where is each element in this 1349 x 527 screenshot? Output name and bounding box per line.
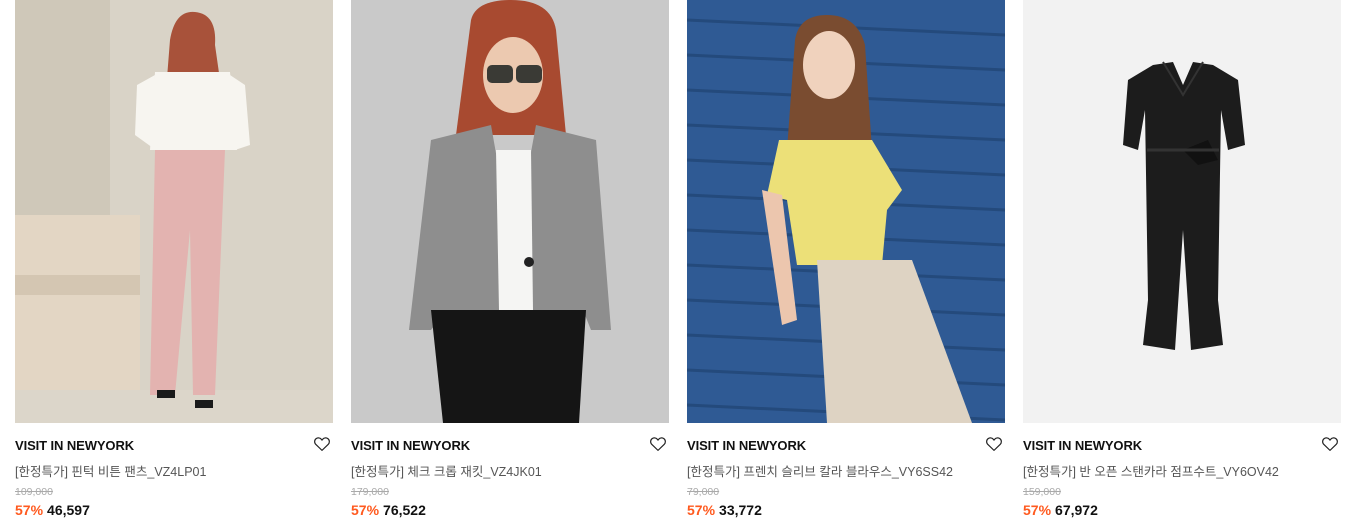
product-image-pink-pants[interactable] (15, 0, 333, 423)
discount-rate: 57% (687, 502, 716, 518)
heart-outline-icon[interactable] (985, 435, 1003, 453)
product-grid: VISIT IN NEWYORK [한정특가] 핀턱 비튼 팬츠_VZ4LP01… (15, 0, 1341, 527)
product-name[interactable]: [한정특가] 체크 크롭 재킷_VZ4JK01 (351, 461, 669, 480)
product-image-check-jacket[interactable] (351, 0, 669, 423)
brand-name[interactable]: VISIT IN NEWYORK (687, 438, 806, 453)
brand-name[interactable]: VISIT IN NEWYORK (15, 438, 134, 453)
heart-outline-icon[interactable] (313, 435, 331, 453)
product-image-black-jumpsuit[interactable] (1023, 0, 1341, 423)
sale-price: 67,972 (1055, 502, 1098, 518)
discount-rate: 57% (1023, 502, 1052, 518)
original-price: 159,000 (1023, 486, 1061, 498)
product-name[interactable]: [한정특가] 반 오픈 스탠카라 점프수트_VY6OV42 (1023, 461, 1341, 480)
sale-price-row: 57% 46,597 (15, 502, 90, 518)
original-price: 79,000 (687, 486, 720, 498)
sale-price-row: 57% 33,772 (687, 502, 762, 518)
product-image-yellow-blouse[interactable] (687, 0, 1005, 423)
sale-price: 46,597 (47, 502, 90, 518)
product-card[interactable]: VISIT IN NEWYORK [한정특가] 핀턱 비튼 팬츠_VZ4LP01… (15, 0, 333, 527)
original-price: 179,000 (351, 486, 389, 498)
brand-name[interactable]: VISIT IN NEWYORK (351, 438, 470, 453)
product-name[interactable]: [한정특가] 프렌치 슬리브 칼라 블라우스_VY6SS42 (687, 461, 1005, 480)
discount-rate: 57% (15, 502, 44, 518)
product-card[interactable]: VISIT IN NEWYORK [한정특가] 프렌치 슬리브 칼라 블라우스_… (687, 0, 1005, 527)
product-name[interactable]: [한정특가] 핀턱 비튼 팬츠_VZ4LP01 (15, 461, 333, 480)
product-card[interactable]: VISIT IN NEWYORK [한정특가] 체크 크롭 재킷_VZ4JK01… (351, 0, 669, 527)
heart-outline-icon[interactable] (649, 435, 667, 453)
original-price: 109,000 (15, 486, 53, 498)
discount-rate: 57% (351, 502, 380, 518)
sale-price-row: 57% 67,972 (1023, 502, 1098, 518)
sale-price-row: 57% 76,522 (351, 502, 426, 518)
sale-price: 33,772 (719, 502, 762, 518)
product-card[interactable]: VISIT IN NEWYORK [한정특가] 반 오픈 스탠카라 점프수트_V… (1023, 0, 1341, 527)
brand-name[interactable]: VISIT IN NEWYORK (1023, 438, 1142, 453)
sale-price: 76,522 (383, 502, 426, 518)
heart-outline-icon[interactable] (1321, 435, 1339, 453)
